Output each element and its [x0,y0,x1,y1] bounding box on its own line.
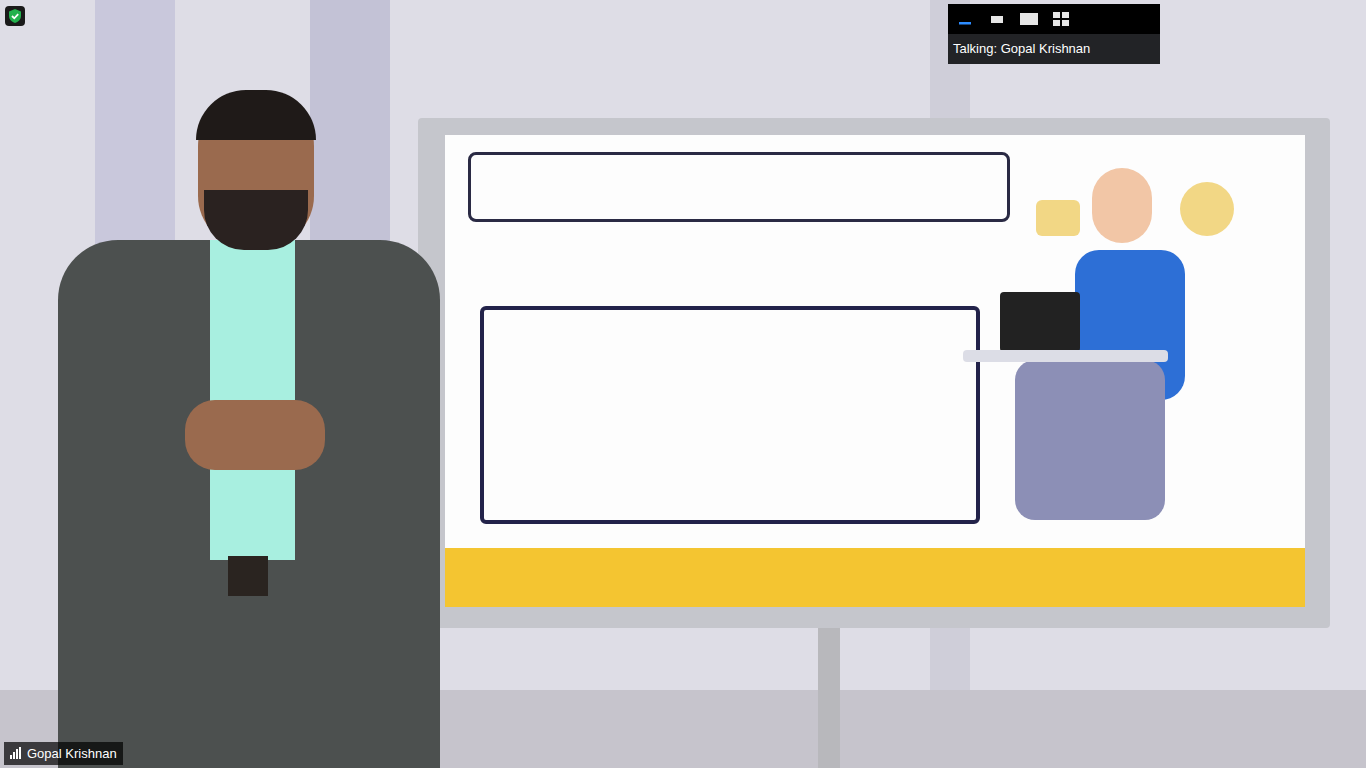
active-speaker-label: Talking: Gopal Krishnan [953,39,1090,59]
minimize-view-icon[interactable] [954,8,976,30]
large-view-icon[interactable] [1018,8,1040,30]
view-options-bar [948,4,1160,34]
security-shield-icon[interactable] [5,6,25,26]
grid-view-icon[interactable] [1050,8,1072,30]
participant-label: Gopal Krishnan [4,742,123,766]
participant-name: Gopal Krishnan [27,744,117,764]
meeting-window: Talking: Gopal Krishnan Gopal Krishnan [0,0,1366,768]
small-view-icon[interactable] [986,8,1008,30]
signal-bars-icon [10,747,22,759]
speaker-panel: Talking: Gopal Krishnan [948,4,1160,64]
video-frame [0,0,1366,768]
